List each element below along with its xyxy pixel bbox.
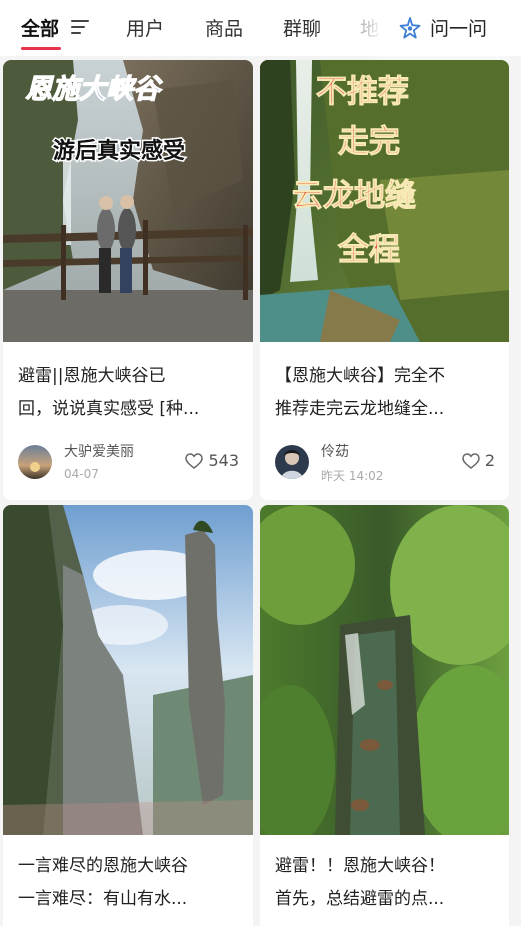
like-button[interactable]: 543 bbox=[185, 451, 239, 470]
title-line: 推荐走完云龙地缝全... bbox=[275, 399, 445, 419]
note-card[interactable]: 避雷！！恩施大峡谷！ 首先，总结避雷的点... bbox=[260, 505, 509, 926]
cover-image bbox=[260, 505, 509, 835]
post-date: 04-07 bbox=[64, 467, 99, 481]
heart-icon bbox=[462, 452, 480, 469]
top-tab-bar: 全部 用户 商品 群聊 地 问一问 bbox=[0, 0, 521, 56]
note-title: 一言难尽的恩施大峡谷 一言难尽：有山有水... bbox=[18, 850, 239, 916]
title-line: 回，说说真实感受 [种... bbox=[18, 399, 200, 419]
title-line: 避雷！！恩施大峡谷！ bbox=[275, 856, 445, 876]
note-card[interactable]: 一言难尽的恩施大峡谷 一言难尽：有山有水... bbox=[3, 505, 253, 926]
tab-group-chat[interactable]: 群聊 bbox=[283, 14, 321, 41]
note-title: 避雷！！恩施大峡谷！ 首先，总结避雷的点... bbox=[275, 850, 495, 916]
avatar[interactable] bbox=[18, 445, 52, 479]
ask-button[interactable]: 问一问 bbox=[384, 0, 521, 56]
tab-users[interactable]: 用户 bbox=[126, 14, 164, 41]
note-title: 【恩施大峡谷】完全不 推荐走完云龙地缝全... bbox=[275, 360, 495, 426]
active-tab-indicator bbox=[21, 47, 61, 50]
title-line: 一言难尽：有山有水... bbox=[18, 889, 188, 909]
author-name[interactable]: 伶苭 bbox=[321, 441, 349, 461]
cover-caption: 云龙地缝 bbox=[292, 178, 416, 214]
sparkle-icon bbox=[399, 17, 421, 39]
cover-caption: 游后真实感受 bbox=[53, 138, 185, 164]
tab-all[interactable]: 全部 bbox=[21, 14, 59, 41]
filter-icon[interactable] bbox=[71, 19, 89, 35]
avatar[interactable] bbox=[275, 445, 309, 479]
post-date: 昨天 14:02 bbox=[321, 469, 384, 483]
cover-caption: 恩施大峡谷 bbox=[25, 74, 163, 105]
ask-label: 问一问 bbox=[430, 18, 488, 40]
title-line: 一言难尽的恩施大峡谷 bbox=[18, 856, 188, 876]
heart-icon bbox=[185, 452, 204, 469]
tab-products[interactable]: 商品 bbox=[205, 14, 243, 41]
cover-image: 恩施大峡谷 游后真实感受 bbox=[3, 60, 253, 342]
note-card[interactable]: 不推荐 走完 云龙地缝 全程 【恩施大峡谷】完全不 推荐走完云龙地缝全... 伶… bbox=[260, 60, 509, 500]
tab-location[interactable]: 地 bbox=[360, 14, 379, 41]
note-card[interactable]: 恩施大峡谷 游后真实感受 避雷||恩施大峡谷已 回，说说真实感受 [种... 大… bbox=[3, 60, 253, 500]
like-count: 2 bbox=[484, 451, 495, 470]
title-line: 【恩施大峡谷】完全不 bbox=[275, 366, 445, 386]
like-count: 543 bbox=[208, 451, 239, 470]
cover-caption: 不推荐 bbox=[316, 74, 409, 110]
title-line: 避雷||恩施大峡谷已 bbox=[18, 366, 166, 386]
like-button[interactable]: 2 bbox=[462, 451, 495, 470]
note-title: 避雷||恩施大峡谷已 回，说说真实感受 [种... bbox=[18, 360, 239, 426]
cover-image bbox=[3, 505, 253, 835]
cover-caption: 走完 bbox=[338, 124, 400, 160]
title-line: 首先，总结避雷的点... bbox=[275, 889, 445, 909]
cover-caption: 全程 bbox=[337, 232, 400, 268]
author-name[interactable]: 大驴爱美丽 bbox=[64, 441, 134, 461]
cover-image: 不推荐 走完 云龙地缝 全程 bbox=[260, 60, 509, 342]
